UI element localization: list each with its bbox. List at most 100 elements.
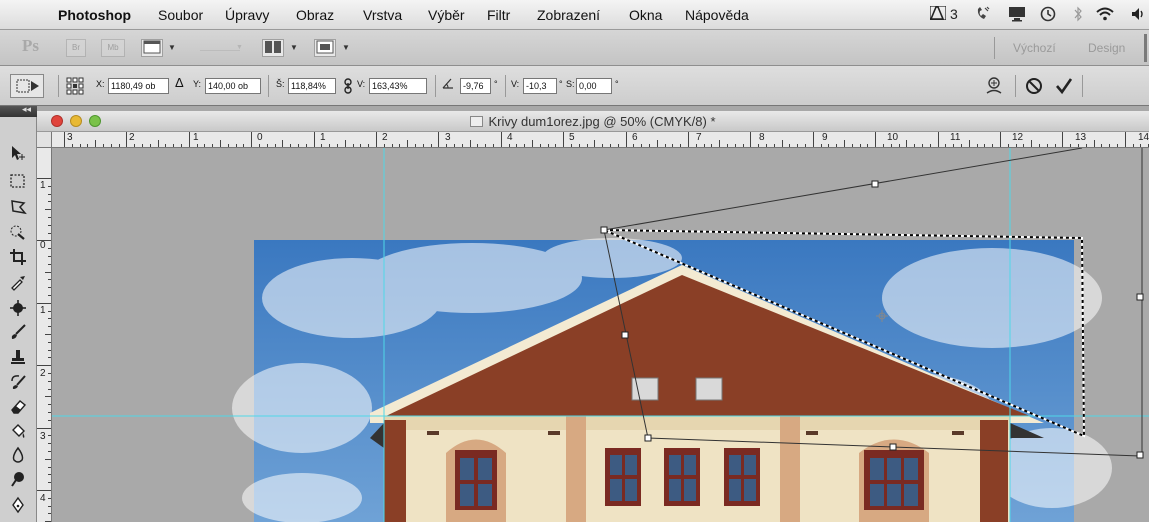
display-icon[interactable] [1008, 6, 1026, 25]
x-field[interactable]: 1180,49 ob [108, 78, 169, 94]
horizontal-ruler[interactable]: 3 2 1 0 1 2 3 4 5 6 7 8 9 10 11 12 13 14 [52, 132, 1149, 148]
menu-filtr[interactable]: Filtr [487, 7, 510, 23]
document-title-bar: Krivy dum1orez.jpg @ 50% (CMYK/8) * [37, 111, 1149, 132]
volume-icon[interactable] [1130, 6, 1146, 25]
ruler-label: 3 [445, 132, 451, 143]
menu-soubor[interactable]: Soubor [158, 7, 203, 23]
dodge-tool-icon[interactable] [8, 470, 28, 490]
menu-upravy[interactable]: Úpravy [225, 7, 269, 23]
delta-icon[interactable]: Δ [175, 75, 184, 90]
move-tool-icon[interactable] [8, 144, 28, 164]
link-icon[interactable] [344, 78, 352, 99]
commit-transform-icon[interactable] [1054, 76, 1074, 101]
ruler-label: 3 [67, 132, 73, 143]
pen-tool-icon[interactable] [8, 496, 28, 516]
eraser-tool-icon[interactable] [8, 397, 28, 417]
wall-band [384, 416, 1010, 430]
ruler-label: 6 [632, 132, 638, 143]
warp-mode-icon[interactable] [984, 76, 1004, 101]
arrange-dropdown-icon[interactable]: ▼ [290, 43, 298, 52]
ruler-label: 14 [1138, 132, 1149, 143]
reference-point-icon[interactable] [66, 77, 84, 100]
document-canvas[interactable] [52, 148, 1149, 522]
ruler-label: 8 [759, 132, 765, 143]
zoom-dropdown-icon: ▼ [236, 44, 243, 51]
horizontal-skew-unit: ° [559, 79, 563, 89]
menu-app-name[interactable]: Photoshop [58, 7, 131, 23]
width-field[interactable]: 118,84% [288, 78, 336, 94]
middle-windows [605, 448, 760, 506]
clone-stamp-tool-icon[interactable] [8, 348, 28, 368]
cancel-transform-icon[interactable] [1024, 76, 1044, 101]
workspace-design[interactable]: Design [1088, 37, 1125, 59]
bluetooth-icon[interactable] [1073, 6, 1083, 25]
window-pane [887, 484, 901, 506]
bluetooth-phone-icon[interactable] [975, 6, 991, 25]
window-pane [904, 484, 918, 506]
ruler-label: 4 [40, 493, 46, 504]
screen-mode-dropdown-icon[interactable]: ▼ [342, 43, 350, 52]
menu-vyber[interactable]: Výběr [428, 7, 465, 23]
menu-napoveda[interactable]: Nápověda [685, 7, 749, 23]
tools-panel: ◂◂ [0, 104, 37, 522]
time-machine-icon[interactable] [1040, 6, 1056, 25]
brush-tool-icon[interactable] [8, 323, 28, 343]
paint-bucket-tool-icon[interactable] [8, 422, 28, 442]
blur-tool-icon[interactable] [8, 446, 28, 466]
pilaster [780, 416, 800, 522]
window-pane [460, 458, 474, 480]
workspace-scroll[interactable] [1144, 34, 1147, 62]
ruler-origin[interactable] [37, 132, 52, 148]
vertical-skew-field[interactable]: 0,00 [576, 78, 612, 94]
tools-collapse-bar[interactable]: ◂◂ [0, 104, 37, 117]
menu-vrstva[interactable]: Vrstva [363, 7, 402, 23]
angle-unit: ° [494, 79, 498, 89]
y-label: Y: [193, 79, 202, 89]
zoom-dropdown-disabled [200, 44, 240, 51]
height-field[interactable]: 163,43% [369, 78, 427, 94]
extras-dropdown-icon[interactable]: ▼ [168, 43, 176, 52]
workspace-vychozi[interactable]: Výchozí [1013, 37, 1056, 59]
ruler-label: 1 [320, 132, 326, 143]
eyedropper-tool-icon[interactable] [8, 273, 28, 293]
adobe-status-icon[interactable] [929, 5, 947, 23]
wifi-icon[interactable] [1095, 6, 1115, 25]
angle-field[interactable]: -9,76 [460, 78, 491, 94]
width-label: Š: [276, 79, 285, 89]
window-pane [870, 484, 884, 506]
height-label: V: [357, 79, 366, 89]
canvas-image[interactable] [52, 148, 1149, 522]
mini-bridge-button[interactable]: Mb [101, 39, 125, 57]
menu-okna[interactable]: Okna [629, 7, 662, 23]
ruler-label: 9 [822, 132, 828, 143]
lasso-tool-icon[interactable] [8, 198, 28, 218]
corner-column [384, 420, 406, 522]
separator [994, 37, 995, 59]
horizontal-ruler-ticks [64, 132, 1149, 147]
angle-icon [442, 77, 454, 92]
quick-selection-tool-icon[interactable] [8, 223, 28, 243]
vertical-ruler[interactable]: 1 0 1 2 3 4 [37, 148, 52, 522]
document-title: Krivy dum1orez.jpg @ 50% (CMYK/8) * [37, 114, 1149, 129]
marquee-tool-icon[interactable] [8, 172, 28, 192]
horizontal-skew-label: V: [511, 79, 520, 89]
bridge-button[interactable]: Br [66, 39, 86, 57]
screen-mode-icon[interactable] [314, 39, 336, 57]
menu-bar: Photoshop Soubor Úpravy Obraz Vrstva Výb… [0, 0, 1149, 30]
window-pane [870, 458, 884, 480]
vertical-skew-label: S: [566, 79, 575, 89]
extras-menu-icon[interactable] [141, 39, 163, 57]
menu-obraz[interactable]: Obraz [296, 7, 334, 23]
ruler-label: 3 [40, 431, 46, 442]
ruler-label: 7 [696, 132, 702, 143]
healing-brush-tool-icon[interactable] [8, 299, 28, 319]
crop-tool-icon[interactable] [8, 248, 28, 268]
window-pane [460, 484, 474, 506]
ruler-label: 5 [569, 132, 575, 143]
y-field[interactable]: 140,00 ob [205, 78, 261, 94]
horizontal-skew-field[interactable]: -10,3 [523, 78, 557, 94]
history-brush-tool-icon[interactable] [8, 373, 28, 393]
menu-zobrazeni[interactable]: Zobrazení [537, 7, 600, 23]
arrange-documents-icon[interactable] [262, 39, 284, 57]
tool-preset-button[interactable] [10, 74, 44, 98]
